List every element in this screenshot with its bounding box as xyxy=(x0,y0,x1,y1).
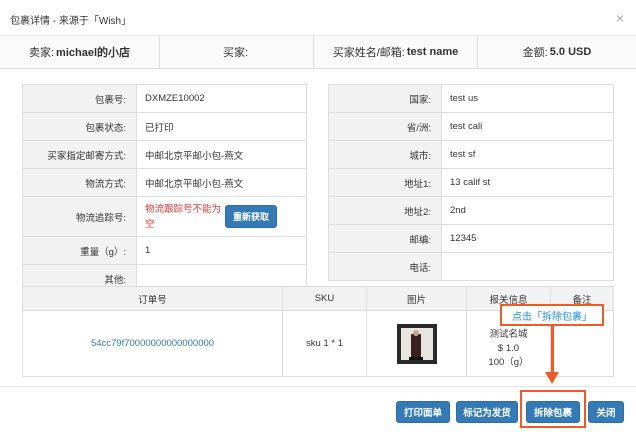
product-thumbnail[interactable] xyxy=(396,323,437,364)
logistics-method-label: 物流方式: xyxy=(22,168,137,197)
package-status-value: 已打印 xyxy=(136,112,307,141)
buyer-name-cell: 买家姓名/邮箱: test name xyxy=(314,36,478,68)
col-sku: SKU xyxy=(282,286,367,311)
address1-label: 地址1: xyxy=(328,168,442,197)
image-cell xyxy=(366,310,467,377)
package-no-label: 包裹号: xyxy=(22,84,137,113)
order-items-table: 订单号 SKU 图片 报关信息 备注 54cc79f70000000000000… xyxy=(22,286,614,377)
state-value: test cali xyxy=(441,112,614,141)
order-no-link[interactable]: 54cc79f70000000000000000 xyxy=(91,338,214,349)
address2-label: 地址2: xyxy=(328,196,442,225)
address2-row: 地址2: 2nd xyxy=(328,196,614,225)
address1-value: 13 calif st xyxy=(441,168,614,197)
weight-value: 1 xyxy=(136,236,307,265)
state-row: 省/洲: test cali xyxy=(328,112,614,141)
weight-row: 重量（g）: 1 xyxy=(22,236,307,265)
annotation-arrow-line xyxy=(551,326,554,374)
tracking-cell: 物流跟踪号不能为空 重新获取 xyxy=(136,196,307,237)
annotation-callout: 点击「拆除包裹」 xyxy=(500,304,604,326)
dialog-title: 包裹详情 - 来源于「Wish」 xyxy=(10,16,132,27)
annotation-arrow-icon xyxy=(545,372,559,384)
seller-value: michael的小店 xyxy=(56,47,131,59)
phone-label: 电话: xyxy=(328,252,442,281)
customs-weight: 100（g） xyxy=(488,356,529,368)
col-image: 图片 xyxy=(366,286,467,311)
phone-row: 电话: xyxy=(328,252,614,281)
close-button[interactable]: 关闭 xyxy=(588,401,624,423)
address-info-table: 国家: test us 省/洲: test cali 城市: test sf 地… xyxy=(328,84,614,281)
package-info-table: 包裹号: DXMZE10002 包裹状态: 已打印 买家指定邮寄方式: 中邮北京… xyxy=(22,84,307,293)
country-label: 国家: xyxy=(328,84,442,113)
annotation-highlight-box xyxy=(520,390,586,428)
state-label: 省/洲: xyxy=(328,112,442,141)
customs-name: 测试名城 xyxy=(489,328,528,340)
sku-cell: sku 1 * 1 xyxy=(282,310,367,377)
buyer-name-value: test name xyxy=(406,46,459,58)
city-label: 城市: xyxy=(328,140,442,169)
logistics-method-row: 物流方式: 中邮北京平邮小包-燕文 xyxy=(22,168,307,197)
amount-label: 金额: xyxy=(522,47,548,59)
dialog-header: 包裹详情 - 来源于「Wish」 × xyxy=(0,0,636,36)
order-no-cell: 54cc79f70000000000000000 xyxy=(22,310,283,377)
package-status-label: 包裹状态: xyxy=(22,112,137,141)
seller-cell: 卖家: michael的小店 xyxy=(0,36,160,68)
amount-cell: 金额: 5.0 USD xyxy=(478,36,636,68)
address1-row: 地址1: 13 calif st xyxy=(328,168,614,197)
amount-value: 5.0 USD xyxy=(549,46,592,58)
city-value: test sf xyxy=(441,140,614,169)
buyer-cell: 买家: xyxy=(160,36,314,68)
buyer-shipping-row: 买家指定邮寄方式: 中邮北京平邮小包-燕文 xyxy=(22,140,307,169)
buyer-label: 买家: xyxy=(222,47,249,59)
tracking-label: 物流追踪号: xyxy=(22,196,137,237)
refetch-button[interactable]: 重新获取 xyxy=(225,205,278,228)
package-no-row: 包裹号: DXMZE10002 xyxy=(22,84,307,113)
seller-label: 卖家: xyxy=(28,47,55,59)
mark-shipped-button[interactable]: 标记为发货 xyxy=(456,401,518,423)
city-row: 城市: test sf xyxy=(328,140,614,169)
zip-value: 12345 xyxy=(441,224,614,253)
print-label-button[interactable]: 打印面单 xyxy=(396,401,450,423)
package-status-row: 包裹状态: 已打印 xyxy=(22,112,307,141)
buyer-shipping-value: 中邮北京平邮小包-燕文 xyxy=(136,140,307,169)
package-no-value: DXMZE10002 xyxy=(136,84,307,113)
logistics-method-value: 中邮北京平邮小包-燕文 xyxy=(136,168,307,197)
zip-row: 邮编: 12345 xyxy=(328,224,614,253)
address2-value: 2nd xyxy=(441,196,614,225)
country-value: test us xyxy=(441,84,614,113)
buyer-name-label: 买家姓名/邮箱: xyxy=(332,47,405,59)
tracking-error: 物流跟踪号不能为空 xyxy=(145,203,222,230)
phone-value xyxy=(441,252,614,281)
buyer-shipping-label: 买家指定邮寄方式: xyxy=(22,140,137,169)
weight-label: 重量（g）: xyxy=(22,236,137,265)
close-icon[interactable]: × xyxy=(616,10,624,26)
order-summary-bar: 卖家: michael的小店 买家: 买家姓名/邮箱: test name 金额… xyxy=(0,36,636,69)
customs-value: $ 1.0 xyxy=(497,342,520,354)
tracking-row: 物流追踪号: 物流跟踪号不能为空 重新获取 xyxy=(22,196,307,237)
col-order-no: 订单号 xyxy=(22,286,283,311)
zip-label: 邮编: xyxy=(328,224,442,253)
country-row: 国家: test us xyxy=(328,84,614,113)
